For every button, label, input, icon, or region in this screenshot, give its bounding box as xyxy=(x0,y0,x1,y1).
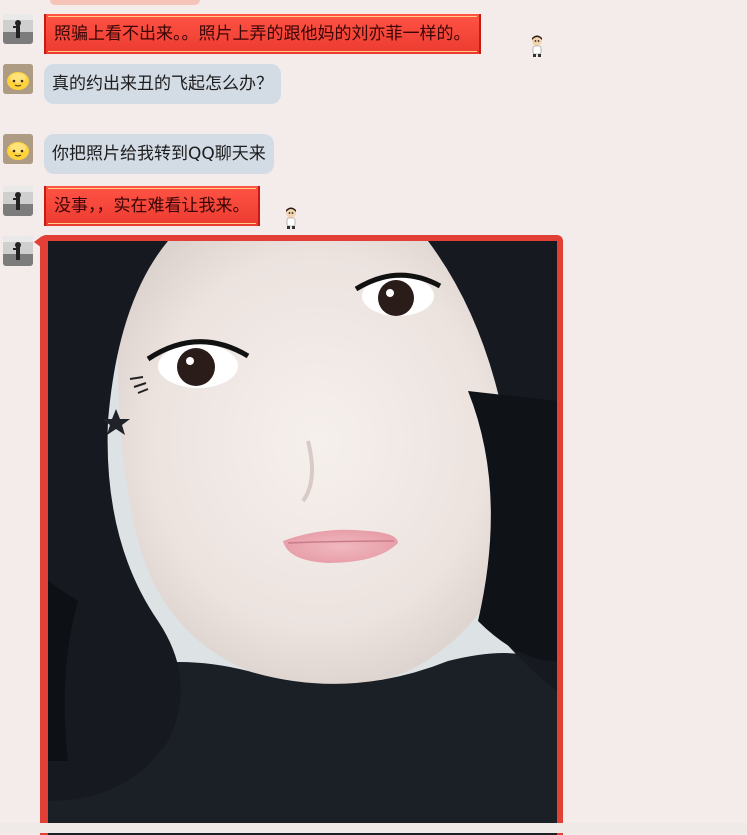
chat-window: 照骗上看不出来。。照片上弄的跟他妈的刘亦菲一样的。 真的约出来丑的飞起怎么办？ … xyxy=(0,0,747,835)
silhouette-avatar-icon[interactable] xyxy=(3,14,33,44)
message-text: 没事，，实在难看让我来。 xyxy=(54,196,250,216)
bottom-toolbar-edge xyxy=(0,823,747,833)
selfie-photo[interactable] xyxy=(48,241,557,835)
message-text: 照骗上看不出来。。照片上弄的跟他妈的刘亦菲一样的。 xyxy=(54,24,471,44)
previous-message-edge xyxy=(50,0,200,5)
silhouette-avatar-icon[interactable] xyxy=(3,236,33,266)
message-bubble[interactable]: 你把照片给我转到QQ聊天来 xyxy=(44,134,274,174)
message-text: 你把照片给我转到QQ聊天来 xyxy=(52,144,266,164)
cartoon-boy-sticker-icon xyxy=(529,35,545,57)
message-bubble[interactable]: 没事，，实在难看让我来。 xyxy=(44,186,260,226)
message-bubble[interactable]: 照骗上看不出来。。照片上弄的跟他妈的刘亦菲一样的。 xyxy=(44,14,481,54)
silhouette-avatar-icon[interactable] xyxy=(3,186,33,216)
yellow-face-avatar-icon[interactable] xyxy=(3,134,33,164)
message-text: 真的约出来丑的飞起怎么办？ xyxy=(52,74,273,94)
cartoon-boy-sticker-icon xyxy=(283,207,299,229)
message-bubble[interactable]: 真的约出来丑的飞起怎么办？ xyxy=(44,64,281,104)
yellow-face-avatar-icon[interactable] xyxy=(3,64,33,94)
